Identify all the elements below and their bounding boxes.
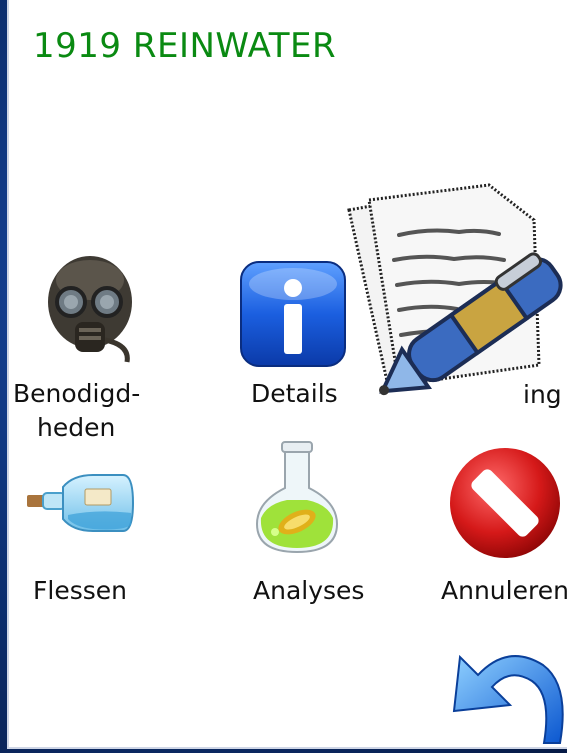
menu-item-label: Annuleren (441, 576, 567, 605)
menu-item-benodigdheden[interactable]: Benodigd- heden (9, 240, 159, 450)
info-icon (239, 260, 347, 368)
back-arrow-icon (448, 635, 567, 747)
menu-item-flessen[interactable]: Flessen (9, 460, 179, 620)
menu-item-label-line2: heden (37, 413, 116, 442)
menu-item-annuleren[interactable]: Annuleren (429, 440, 567, 620)
menu-item-analyses[interactable]: Analyses (229, 440, 389, 620)
cancel-icon (447, 445, 563, 561)
menu-item-label: Details (251, 379, 338, 408)
page-title: 1919 REINWATER (33, 26, 337, 66)
menu-item-opmerking[interactable]: ing (339, 180, 567, 430)
menu-item-label: Flessen (33, 576, 127, 605)
menu-item-label: Benodigd- (13, 379, 141, 408)
menu-item-label: Analyses (253, 576, 365, 605)
flask-icon (247, 440, 347, 555)
back-button[interactable] (444, 635, 567, 747)
gas-mask-icon (35, 250, 145, 365)
notes-pen-icon (339, 180, 567, 415)
menu-panel: 1919 REINWATER Benodigd- heden Details i… (7, 0, 567, 749)
bottle-icon (23, 465, 135, 545)
